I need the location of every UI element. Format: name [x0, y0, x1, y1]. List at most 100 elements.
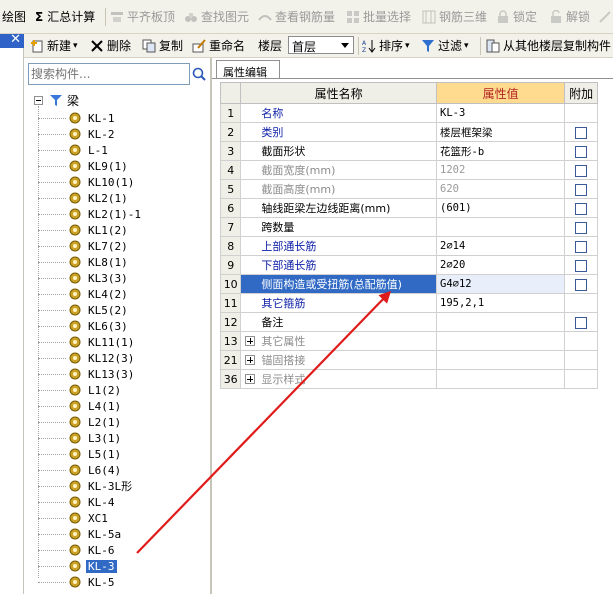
tree-item[interactable]: KL3(3) — [38, 270, 130, 286]
tree-item[interactable]: L4(1) — [38, 398, 123, 414]
property-value[interactable] — [435, 312, 566, 332]
copy-button[interactable]: 复制 — [142, 37, 183, 55]
beam-gear-icon — [69, 496, 81, 508]
tree-item[interactable]: KL5(2) — [38, 302, 130, 318]
property-row[interactable]: 3 截面形状 花篮形-b — [219, 141, 598, 161]
tree-item[interactable]: KL8(1) — [38, 254, 130, 270]
property-row[interactable]: 11 其它箍筋 195,2,1 — [219, 293, 598, 313]
rebar-3d-button[interactable]: 钢筋三维 — [422, 8, 487, 26]
property-row[interactable]: 5 截面高度(mm) 620 — [219, 179, 598, 199]
tree-item[interactable]: L3(1) — [38, 430, 123, 446]
overflow-tool-button[interactable] — [598, 8, 613, 26]
expand-icon[interactable] — [245, 374, 256, 384]
lock-button[interactable]: 锁定 — [496, 8, 537, 26]
property-value[interactable]: 2⌀20 — [435, 255, 566, 275]
tree-item-label: KL-6 — [88, 543, 115, 557]
tree-item[interactable]: KL11(1) — [38, 334, 136, 350]
property-name: 下部通长筋 — [240, 255, 437, 275]
expand-icon[interactable] — [245, 336, 256, 346]
tree-item[interactable]: KL1(2) — [38, 222, 130, 238]
tree-item[interactable]: KL10(1) — [38, 174, 136, 190]
property-row[interactable]: 7 跨数量 — [219, 217, 598, 237]
find-element-button[interactable]: 查找图元 — [184, 8, 249, 26]
collapse-icon[interactable] — [34, 95, 43, 105]
tree-item[interactable]: KL9(1) — [38, 158, 130, 174]
tree-item[interactable]: L1(2) — [38, 382, 123, 398]
tree-item[interactable]: KL7(2) — [38, 238, 130, 254]
tree-item[interactable]: KL-4 — [38, 494, 117, 510]
draw-button[interactable]: 绘图 — [2, 8, 26, 26]
tree-item[interactable]: KL6(3) — [38, 318, 130, 334]
view-rebar-button[interactable]: 查看钢筋量 — [258, 8, 335, 26]
property-row[interactable]: 10 侧面构造或受扭筋(总配筋值) G4⌀12 — [219, 274, 598, 294]
tree-root-beam[interactable]: 梁 — [34, 92, 79, 108]
property-value[interactable]: G4⌀12 — [435, 274, 566, 294]
expand-icon[interactable] — [245, 355, 256, 365]
unlock-button[interactable]: 解锁 — [549, 8, 590, 26]
tree-item[interactable]: KL12(3) — [38, 350, 136, 366]
extra-checkbox[interactable] — [575, 145, 588, 158]
tree-item[interactable]: KL-5 — [38, 574, 117, 590]
tree-item[interactable]: L2(1) — [38, 414, 123, 430]
batch-select-button[interactable]: 批量选择 — [346, 8, 411, 26]
property-row[interactable]: 2 类别 楼层框架梁 — [219, 122, 598, 142]
filter-button[interactable]: 过滤 ▾ — [421, 37, 469, 55]
new-button[interactable]: 新建 ▾ — [30, 37, 78, 55]
property-row[interactable]: 9 下部通长筋 2⌀20 — [219, 255, 598, 275]
group-label: 其它属性 — [261, 335, 306, 348]
tree-item[interactable]: KL-2 — [38, 126, 117, 142]
property-name: 类别 — [240, 122, 437, 142]
sum-calc-button[interactable]: Σ 汇总计算 — [35, 8, 95, 26]
property-row[interactable]: 4 截面宽度(mm) 1202 — [219, 160, 598, 180]
property-value[interactable]: 620 — [435, 179, 566, 199]
search-input[interactable] — [31, 65, 189, 83]
extra-checkbox[interactable] — [575, 259, 588, 272]
tree-item[interactable]: KL-6 — [38, 542, 117, 558]
property-value[interactable]: 花篮形-b — [435, 141, 566, 161]
panel-close-button[interactable]: ✕ — [0, 32, 24, 48]
floor-select[interactable]: 首层 — [288, 36, 354, 54]
property-row[interactable]: 6 轴线距梁左边线距离(mm) (601) — [219, 198, 598, 218]
tree-item[interactable]: XC1 — [38, 510, 110, 526]
tree-item[interactable]: KL13(3) — [38, 366, 136, 382]
tree-item[interactable]: L-1 — [38, 142, 110, 158]
extra-checkbox[interactable] — [575, 316, 588, 329]
tree-item[interactable]: KL-5a — [38, 526, 123, 542]
property-group-row[interactable]: 36 显示样式 — [219, 369, 598, 389]
property-value[interactable]: 2⌀14 — [435, 236, 566, 256]
property-value[interactable] — [435, 217, 566, 237]
sort-button[interactable]: AZ 排序 ▾ — [362, 37, 410, 55]
extra-checkbox[interactable] — [575, 126, 588, 139]
property-value[interactable]: KL-3 — [435, 103, 566, 123]
rename-button[interactable]: 重命名 — [192, 37, 245, 55]
tree-item[interactable]: KL2(1) — [38, 190, 130, 206]
tree-item[interactable]: KL2(1)-1 — [38, 206, 143, 222]
search-button[interactable] — [190, 63, 208, 85]
property-row[interactable]: 12 备注 — [219, 312, 598, 332]
property-group-row[interactable]: 13 其它属性 — [219, 331, 598, 351]
extra-checkbox[interactable] — [575, 240, 588, 253]
extra-checkbox[interactable] — [575, 278, 588, 291]
property-group-row[interactable]: 21 锚固搭接 — [219, 350, 598, 370]
tree-item[interactable]: KL-3 — [38, 558, 117, 574]
tree-item[interactable]: KL-3L形 — [38, 478, 134, 494]
property-row[interactable]: 1 名称 KL-3 — [219, 103, 598, 123]
tree-item[interactable]: KL4(2) — [38, 286, 130, 302]
extra-checkbox[interactable] — [575, 164, 588, 177]
delete-button[interactable]: 删除 — [90, 37, 131, 55]
property-row[interactable]: 8 上部通长筋 2⌀14 — [219, 236, 598, 256]
tree-item[interactable]: L5(1) — [38, 446, 123, 462]
copy-from-other-floor-button[interactable]: 从其他楼层复制构件 — [486, 37, 611, 55]
row-index: 2 — [219, 122, 242, 142]
tree-item[interactable]: KL-1 — [38, 110, 117, 126]
tab-property-edit[interactable]: 属性编辑 — [216, 60, 280, 79]
property-value[interactable]: 195,2,1 — [435, 293, 566, 313]
align-top-button[interactable]: 平齐板顶 — [110, 8, 175, 26]
property-value[interactable]: 楼层框架梁 — [435, 122, 566, 142]
property-value[interactable]: (601) — [435, 198, 566, 218]
extra-checkbox[interactable] — [575, 183, 588, 196]
tree-item[interactable]: L6(4) — [38, 462, 123, 478]
extra-checkbox[interactable] — [575, 202, 588, 215]
property-value[interactable]: 1202 — [435, 160, 566, 180]
extra-checkbox[interactable] — [575, 221, 588, 234]
